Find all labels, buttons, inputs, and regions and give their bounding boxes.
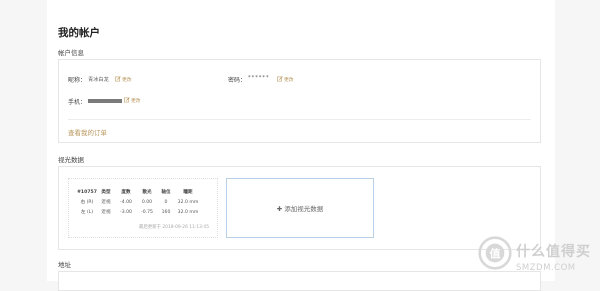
header-sph: 度数 [121,190,131,195]
header-cyl: 散光 [142,190,152,195]
divider [68,119,531,120]
watermark-cn: 什么值得买 [516,244,591,260]
edit-phone-label: 更改 [131,99,141,104]
vision-section-label: 视光数据 [58,156,84,164]
table-row: 左 (L) 近视 -3.00 -0.75 160 32.0 mm [77,207,201,217]
edit-phone-link[interactable]: 更改 [124,97,141,104]
nickname-value: 青冰白龙 [88,77,109,83]
pd-value: 32.0 mm [177,199,199,205]
edit-icon [115,76,121,82]
plus-icon: ✚ [276,205,283,213]
cyl-value: 0.00 [141,199,153,205]
add-vision-data-label: ✚ 添加视光数据 [227,203,373,213]
sph-value: -4.00 [120,199,132,205]
smzdm-watermark: 值 什么值得买 SMZDM.COM [474,232,600,281]
prescription-table: #10757 类型 度数 散光 轴位 瞳距 右 (R) 近视 -4.00 0.0… [77,187,201,217]
sph-value: -3.00 [120,209,132,215]
view-orders-link[interactable]: 查看我的订单 [68,127,107,137]
watermark-en: SMZDM.COM [516,263,576,273]
type-value: 近视 [101,200,111,205]
prescription-header-row: #10757 类型 度数 散光 轴位 瞳距 [77,187,201,197]
phone-label: 手机： [68,99,87,106]
eye-label: 右 (R) [80,200,94,205]
type-value: 近视 [101,210,111,215]
add-vision-data-text: 添加视光数据 [284,205,324,213]
edit-icon [277,76,283,82]
edit-nickname-label: 更改 [122,78,132,83]
password-label: 密码： [228,77,247,84]
eye-label: 左 (L) [80,210,94,215]
edit-password-label: 更改 [284,78,294,83]
header-pd: 瞳距 [183,190,193,195]
header-type: 类型 [101,190,111,195]
axis-value: 0 [164,199,168,205]
svg-text:值: 值 [489,246,500,260]
table-row: 右 (R) 近视 -4.00 0.00 0 32.0 mm [77,197,201,207]
address-section-label: 地址 [58,261,71,269]
edit-password-link[interactable]: 更改 [277,76,294,83]
prescription-card[interactable]: #10757 类型 度数 散光 轴位 瞳距 右 (R) 近视 -4.00 0.0… [68,178,218,238]
vision-data-card: #10757 类型 度数 散光 轴位 瞳距 右 (R) 近视 -4.00 0.0… [58,166,541,250]
record-id: #10757 [77,189,97,195]
page-title: 我的帐户 [58,27,100,39]
address-card [58,271,541,291]
edit-icon [124,97,130,103]
pd-value: 32.0 mm [177,209,199,215]
header-axis: 轴位 [161,190,171,195]
last-updated: 最后更新于 2018-09-26 11:13:45 [139,225,209,230]
nickname-label: 昵称： [68,77,87,84]
add-vision-data-button[interactable]: ✚ 添加视光数据 [226,178,374,238]
axis-value: 160 [161,209,171,215]
account-info-card: 昵称： 青冰白龙 更改 密码： ****** 更改 手机： 更改 查看我的订单 [58,59,541,143]
edit-nickname-link[interactable]: 更改 [115,76,132,83]
smzdm-logo-icon: 值 [478,236,512,270]
password-value: ****** [248,75,270,81]
phone-value-masked [88,99,122,103]
account-section-label: 帐户信息 [58,49,84,57]
cyl-value: -0.75 [141,209,153,215]
